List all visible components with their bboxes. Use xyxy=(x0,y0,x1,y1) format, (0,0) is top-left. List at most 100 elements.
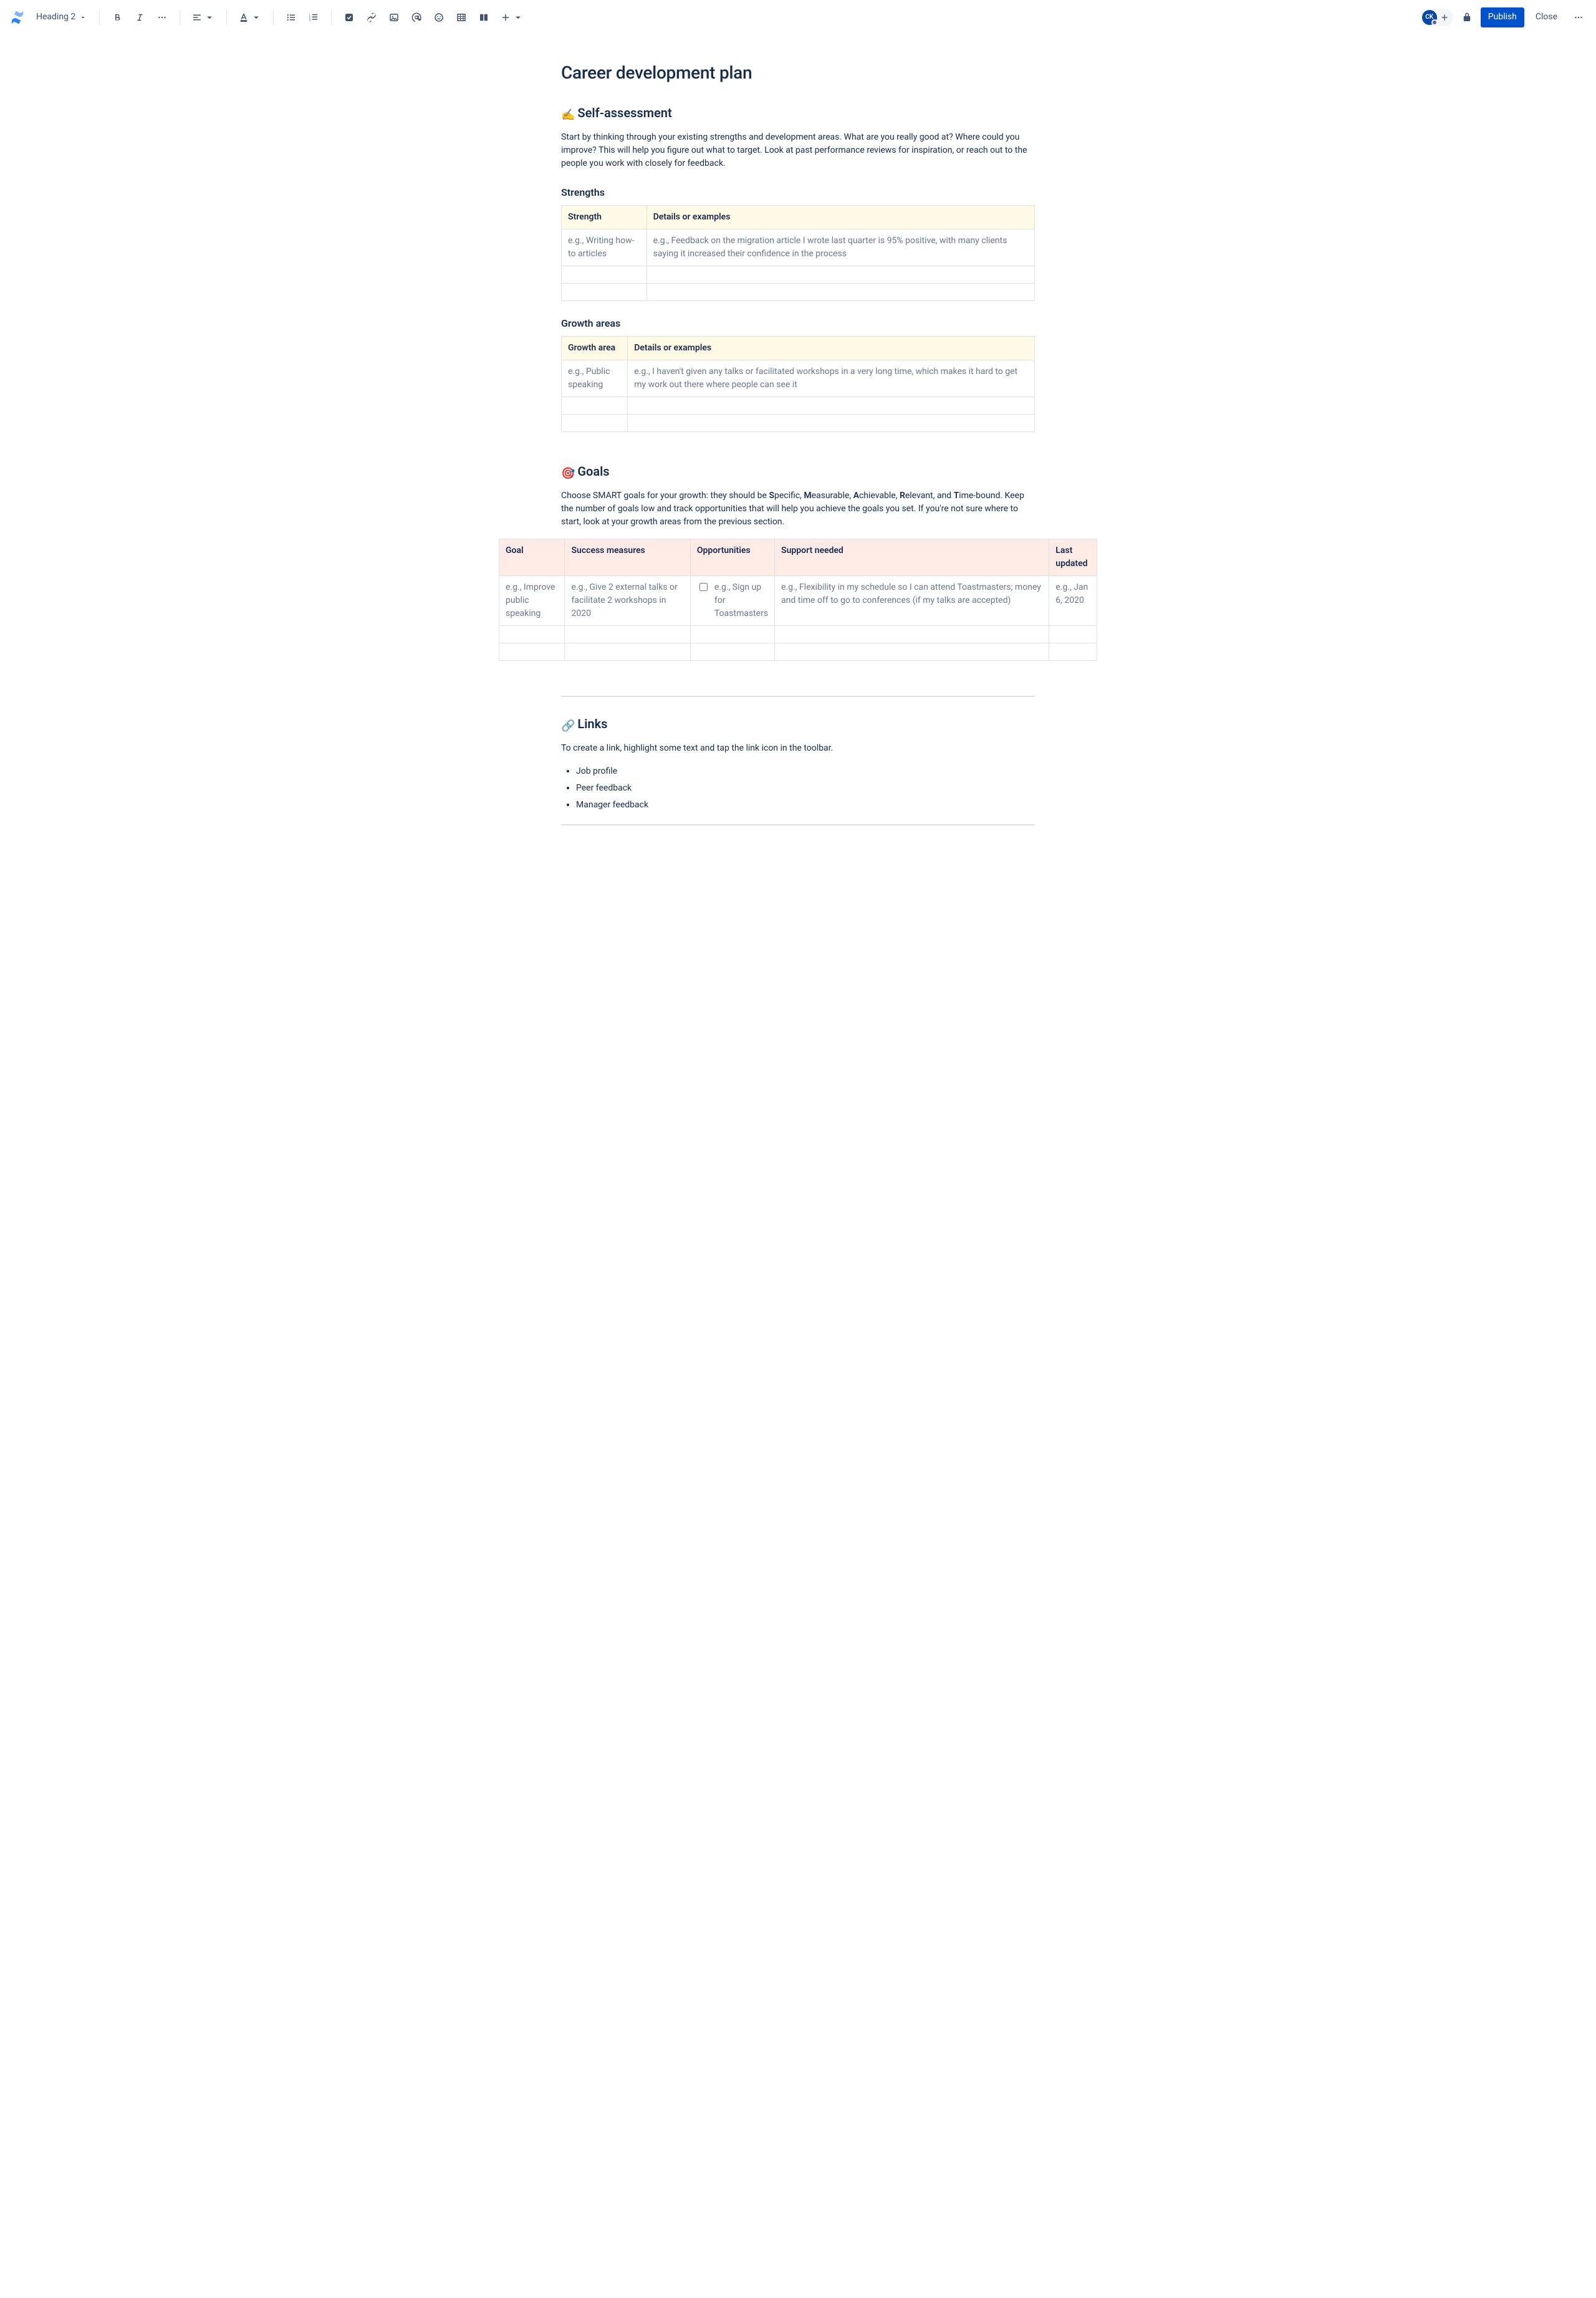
user-avatar[interactable]: CK xyxy=(1422,10,1437,25)
insert-more-button[interactable] xyxy=(496,7,527,27)
col-updated[interactable]: Last updated xyxy=(1049,539,1097,576)
cell[interactable]: e.g., Feedback on the migration article … xyxy=(647,229,1034,266)
col-goal[interactable]: Goal xyxy=(499,539,565,576)
cell[interactable] xyxy=(647,266,1034,284)
image-button[interactable] xyxy=(384,7,404,27)
table-row[interactable] xyxy=(562,415,1035,432)
links-heading-text: Links xyxy=(577,716,607,731)
col-support[interactable]: Support needed xyxy=(775,539,1049,576)
cell[interactable]: e.g., Flexibility in my schedule so I ca… xyxy=(775,576,1049,626)
page-title[interactable]: Career development plan xyxy=(561,60,1035,86)
col-details[interactable]: Details or examples xyxy=(647,206,1034,229)
table-header-row: Growth area Details or examples xyxy=(562,337,1035,360)
more-formatting-button[interactable] xyxy=(152,7,172,27)
link-icon: 🔗 xyxy=(561,719,575,733)
list-item[interactable]: Job profile xyxy=(576,765,1035,778)
table-row[interactable] xyxy=(562,266,1035,284)
cell[interactable]: e.g., Give 2 external talks or facilitat… xyxy=(565,576,690,626)
action-item-button[interactable] xyxy=(339,7,359,27)
cell[interactable] xyxy=(565,626,690,643)
close-label: Close xyxy=(1536,11,1557,24)
table-row[interactable] xyxy=(562,397,1035,415)
link-button[interactable] xyxy=(362,7,382,27)
cell[interactable] xyxy=(690,626,774,643)
table-row[interactable] xyxy=(562,284,1035,301)
alignment-button[interactable] xyxy=(188,7,219,27)
toolbar-separator xyxy=(99,10,100,25)
cell[interactable]: e.g., Sign up for Toastmasters xyxy=(690,576,774,626)
layouts-button[interactable] xyxy=(474,7,494,27)
goals-table[interactable]: Goal Success measures Opportunities Supp… xyxy=(499,539,1097,661)
italic-button[interactable] xyxy=(130,7,150,27)
action-item[interactable]: e.g., Sign up for Toastmasters xyxy=(697,581,768,620)
bold-button[interactable] xyxy=(107,7,127,27)
writing-hand-icon: ✍️ xyxy=(561,108,575,122)
self-assessment-heading[interactable]: ✍️Self-assessment xyxy=(561,103,1035,123)
cell[interactable]: e.g., Jan 6, 2020 xyxy=(1049,576,1097,626)
cell[interactable]: e.g., Writing how-to articles xyxy=(562,229,647,266)
cell[interactable] xyxy=(628,397,1035,415)
col-success[interactable]: Success measures xyxy=(565,539,690,576)
table-row[interactable]: e.g., Public speaking e.g., I haven't gi… xyxy=(562,360,1035,397)
goals-heading[interactable]: 🎯Goals xyxy=(561,462,1035,482)
goals-intro[interactable]: Choose SMART goals for your growth: they… xyxy=(561,489,1035,529)
cell[interactable] xyxy=(690,643,774,661)
cell[interactable] xyxy=(775,643,1049,661)
self-assessment-intro[interactable]: Start by thinking through your existing … xyxy=(561,131,1035,170)
col-details[interactable]: Details or examples xyxy=(628,337,1035,360)
text-style-select[interactable]: Heading 2 xyxy=(31,8,92,26)
links-intro[interactable]: To create a link, highlight some text an… xyxy=(561,742,1035,755)
strengths-heading[interactable]: Strengths xyxy=(561,185,1035,200)
col-strength[interactable]: Strength xyxy=(562,206,647,229)
emoji-button[interactable] xyxy=(429,7,449,27)
cell[interactable] xyxy=(499,626,565,643)
more-actions-button[interactable] xyxy=(1569,7,1589,27)
numbered-list-button[interactable]: 123 xyxy=(304,7,324,27)
text-color-button[interactable] xyxy=(234,7,266,27)
collaborators: CK xyxy=(1421,9,1453,26)
cell[interactable] xyxy=(1049,626,1097,643)
strengths-table[interactable]: Strength Details or examples e.g., Writi… xyxy=(561,205,1035,301)
cell[interactable] xyxy=(562,397,628,415)
chevron-down-icon xyxy=(251,12,262,23)
table-row[interactable]: e.g., Writing how-to articles e.g., Feed… xyxy=(562,229,1035,266)
cell[interactable]: e.g., Public speaking xyxy=(562,360,628,397)
cell[interactable]: e.g., I haven't given any talks or facil… xyxy=(628,360,1035,397)
cell[interactable] xyxy=(562,284,647,301)
target-icon: 🎯 xyxy=(561,467,575,480)
table-row[interactable] xyxy=(499,626,1097,643)
table-header-row: Goal Success measures Opportunities Supp… xyxy=(499,539,1097,576)
cell[interactable] xyxy=(499,643,565,661)
table-button[interactable] xyxy=(451,7,471,27)
cell[interactable] xyxy=(562,266,647,284)
restrictions-button[interactable] xyxy=(1457,7,1477,27)
cell[interactable] xyxy=(647,284,1034,301)
list-item[interactable]: Manager feedback xyxy=(576,799,1035,812)
col-opportunities[interactable]: Opportunities xyxy=(690,539,774,576)
action-label[interactable]: e.g., Sign up for Toastmasters xyxy=(714,581,768,620)
growth-heading[interactable]: Growth areas xyxy=(561,316,1035,331)
close-button[interactable]: Close xyxy=(1528,7,1565,27)
growth-table[interactable]: Growth area Details or examples e.g., Pu… xyxy=(561,336,1035,432)
confluence-logo[interactable] xyxy=(7,7,27,27)
links-heading[interactable]: 🔗Links xyxy=(561,714,1035,734)
cell[interactable] xyxy=(628,415,1035,432)
cell[interactable] xyxy=(565,643,690,661)
col-growth-area[interactable]: Growth area xyxy=(562,337,628,360)
cell[interactable] xyxy=(775,626,1049,643)
invite-button[interactable] xyxy=(1437,10,1452,25)
bullet-list-button[interactable] xyxy=(281,7,301,27)
chevron-down-icon xyxy=(204,12,215,23)
cell[interactable] xyxy=(562,415,628,432)
table-row[interactable] xyxy=(499,643,1097,661)
action-checkbox[interactable] xyxy=(699,583,708,591)
publish-button[interactable]: Publish xyxy=(1481,7,1524,27)
cell[interactable] xyxy=(1049,643,1097,661)
table-row[interactable]: e.g., Improve public speaking e.g., Give… xyxy=(499,576,1097,626)
svg-text:3: 3 xyxy=(309,18,311,22)
links-list[interactable]: Job profile Peer feedback Manager feedba… xyxy=(561,765,1035,812)
list-item[interactable]: Peer feedback xyxy=(576,782,1035,795)
cell[interactable]: e.g., Improve public speaking xyxy=(499,576,565,626)
document-body[interactable]: Career development plan ✍️Self-assessmen… xyxy=(561,35,1035,888)
mention-button[interactable] xyxy=(406,7,426,27)
